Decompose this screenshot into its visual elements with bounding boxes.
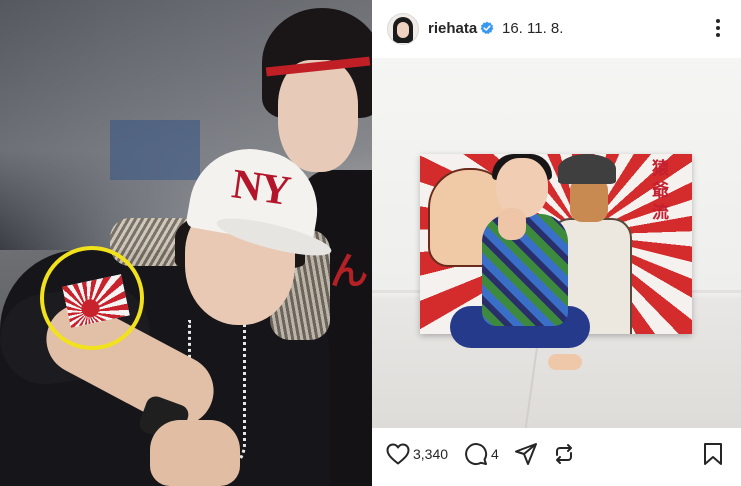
like-count: 3,340 bbox=[413, 446, 449, 462]
comment-icon bbox=[465, 443, 488, 466]
child-foot bbox=[548, 354, 582, 370]
post-image[interactable]: 猿爺流 bbox=[372, 58, 741, 428]
share-icon bbox=[515, 443, 537, 465]
username[interactable]: riehata bbox=[428, 20, 477, 37]
avatar[interactable] bbox=[388, 14, 418, 44]
street-sign bbox=[110, 120, 200, 180]
verified-badge-icon bbox=[480, 21, 494, 35]
instagram-post: riehata 16. 11. 8. 猿爺流 3,340 4 bbox=[372, 0, 741, 486]
heart-icon bbox=[386, 443, 410, 465]
repost-button[interactable] bbox=[552, 442, 576, 466]
pointing-hand bbox=[150, 420, 240, 486]
back-person-face bbox=[278, 60, 358, 172]
bookmark-icon bbox=[704, 443, 722, 465]
artwork-calligraphy: 猿爺流 bbox=[652, 159, 669, 223]
highlight-circle bbox=[40, 246, 144, 350]
post-actions: 3,340 4 bbox=[372, 428, 741, 486]
save-button[interactable] bbox=[702, 442, 724, 466]
comment-button[interactable]: 4 bbox=[464, 442, 499, 466]
post-date: 16. 11. 8. bbox=[502, 20, 564, 37]
repost-icon bbox=[556, 444, 572, 464]
post-header: riehata 16. 11. 8. bbox=[372, 0, 741, 58]
like-button[interactable]: 3,340 bbox=[386, 442, 448, 466]
artwork-figure-hat bbox=[558, 154, 616, 184]
cap-logo: NY bbox=[229, 161, 292, 215]
back-shirt-print: ん bbox=[330, 248, 369, 293]
more-options-icon[interactable] bbox=[710, 18, 726, 38]
comment-count: 4 bbox=[491, 446, 499, 462]
share-button[interactable] bbox=[514, 442, 538, 466]
left-photo: ん 乙 NY bbox=[0, 0, 372, 486]
artwork-figure-face bbox=[570, 178, 608, 222]
child-hand bbox=[498, 208, 526, 240]
